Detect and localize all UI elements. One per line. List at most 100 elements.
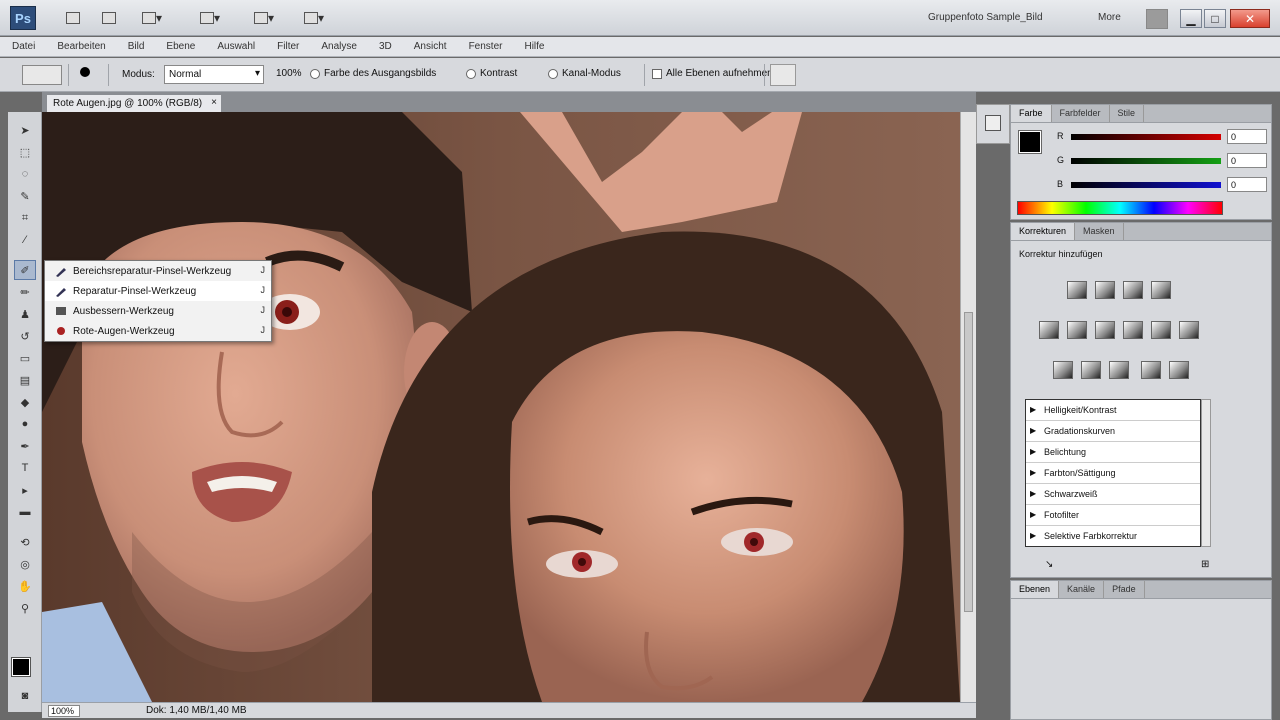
threshold-icon[interactable] — [1109, 361, 1129, 379]
invert-icon[interactable] — [1053, 361, 1073, 379]
blur-tool-icon[interactable]: ◆ — [14, 392, 36, 412]
type-tool-icon[interactable]: T — [14, 458, 36, 478]
vibrance-icon[interactable] — [1039, 321, 1059, 339]
list-item[interactable]: Belichtung — [1026, 442, 1200, 463]
quick-select-tool-icon[interactable]: ✎ — [14, 186, 36, 206]
brightness-contrast-icon[interactable] — [1067, 281, 1087, 299]
flyout-item-patch[interactable]: Ausbessern-Werkzeug J — [45, 301, 271, 321]
levels-icon[interactable] — [1095, 281, 1115, 299]
eyedropper-tool-icon[interactable]: ⁄ — [14, 230, 36, 250]
green-slider[interactable] — [1071, 158, 1221, 164]
flyout-item-red-eye[interactable]: Rote-Augen-Werkzeug J — [45, 321, 271, 341]
flyout-item-spot-healing[interactable]: Bereichsreparatur-Pinsel-Werkzeug J — [45, 261, 271, 281]
menu-window[interactable]: Fenster — [469, 41, 503, 52]
mode-select[interactable]: Normal — [164, 65, 264, 84]
opacity-value[interactable]: 100% — [276, 68, 302, 79]
lasso-tool-icon[interactable]: ◌ — [14, 164, 36, 184]
channel-mixer-icon[interactable] — [1179, 321, 1199, 339]
3d-orbit-tool-icon[interactable]: ◎ — [14, 554, 36, 574]
menu-3d[interactable]: 3D — [379, 41, 392, 52]
maximize-icon[interactable]: □ — [1204, 9, 1226, 28]
bridge-icon[interactable] — [62, 7, 84, 29]
foreground-color-swatch[interactable] — [11, 657, 31, 677]
dodge-tool-icon[interactable]: ● — [14, 414, 36, 434]
brush-tool-icon[interactable]: ✏ — [14, 282, 36, 302]
minimize-icon[interactable]: ▁ — [1180, 9, 1202, 28]
tab-paths[interactable]: Pfade — [1104, 581, 1145, 598]
color-panel-foreground-swatch[interactable] — [1018, 130, 1042, 154]
list-item[interactable]: Gradationskurven — [1026, 421, 1200, 442]
flyout-item-healing-brush[interactable]: Reparatur-Pinsel-Werkzeug J — [45, 281, 271, 301]
menu-image[interactable]: Bild — [128, 41, 145, 52]
pressure-icon[interactable] — [770, 64, 796, 86]
green-value[interactable]: 0 — [1227, 153, 1267, 168]
tab-masks[interactable]: Masken — [1075, 223, 1124, 240]
option-source-color[interactable]: Farbe des Ausgangsbilds — [310, 68, 436, 79]
mini-bridge-icon[interactable] — [98, 7, 120, 29]
zoom-tool-icon[interactable]: ⚲ — [14, 598, 36, 618]
document-close-icon[interactable]: × — [211, 97, 217, 108]
eraser-tool-icon[interactable]: ▭ — [14, 348, 36, 368]
document-tab[interactable]: Rote Augen.jpg @ 100% (RGB/8) × — [46, 94, 222, 112]
history-brush-tool-icon[interactable]: ↺ — [14, 326, 36, 346]
shape-tool-icon[interactable]: ▬ — [14, 502, 36, 522]
zoom-field[interactable]: 100% — [48, 705, 80, 717]
return-to-list-icon[interactable]: ↘ — [1045, 559, 1053, 570]
blue-value[interactable]: 0 — [1227, 177, 1267, 192]
panel-options-icon[interactable]: ⊞ — [1201, 559, 1209, 570]
menu-analysis[interactable]: Analyse — [321, 41, 357, 52]
cs-live-button[interactable] — [1146, 9, 1168, 29]
hue-saturation-icon[interactable] — [1067, 321, 1087, 339]
posterize-icon[interactable] — [1081, 361, 1101, 379]
menu-layer[interactable]: Ebene — [166, 41, 195, 52]
tool-preset-picker[interactable] — [22, 65, 62, 85]
menu-filter[interactable]: Filter — [277, 41, 299, 52]
tab-adjustments[interactable]: Korrekturen — [1011, 223, 1076, 240]
move-tool-icon[interactable]: ➤ — [14, 120, 36, 140]
tab-swatches[interactable]: Farbfelder — [1052, 105, 1110, 122]
path-select-tool-icon[interactable]: ▸ — [14, 480, 36, 500]
option-channel-mode[interactable]: Kanal-Modus — [548, 68, 621, 79]
quick-mask-icon[interactable]: ◙ — [14, 686, 36, 706]
list-item[interactable]: Schwarzweiß — [1026, 484, 1200, 505]
clone-stamp-tool-icon[interactable]: ♟ — [14, 304, 36, 324]
curves-icon[interactable] — [1123, 281, 1143, 299]
option-contrast[interactable]: Kontrast — [466, 68, 517, 79]
pen-tool-icon[interactable]: ✒ — [14, 436, 36, 456]
workspace-more[interactable]: More — [1098, 12, 1121, 23]
view-extras-icon[interactable]: ▾ — [134, 7, 170, 29]
presets-scrollbar[interactable] — [1201, 399, 1211, 547]
gradient-map-icon[interactable] — [1141, 361, 1161, 379]
list-item[interactable]: Selektive Farbkorrektur — [1026, 526, 1200, 546]
list-item[interactable]: Helligkeit/Kontrast — [1026, 400, 1200, 421]
hand-tool-icon[interactable]: ✋ — [14, 576, 36, 596]
black-white-icon[interactable] — [1123, 321, 1143, 339]
arrange-documents-icon[interactable]: ▾ — [246, 7, 282, 29]
list-item[interactable]: Farbton/Sättigung — [1026, 463, 1200, 484]
option-sample-all-layers[interactable]: Alle Ebenen aufnehmen — [652, 68, 773, 79]
menu-edit[interactable]: Bearbeiten — [57, 41, 105, 52]
red-value[interactable]: 0 — [1227, 129, 1267, 144]
marquee-tool-icon[interactable]: ⬚ — [14, 142, 36, 162]
scrollbar-thumb[interactable] — [964, 312, 973, 612]
tab-styles[interactable]: Stile — [1110, 105, 1145, 122]
menu-select[interactable]: Auswahl — [217, 41, 255, 52]
close-icon[interactable]: ✕ — [1230, 9, 1270, 28]
tab-layers[interactable]: Ebenen — [1011, 581, 1060, 598]
list-item[interactable]: Fotofilter — [1026, 505, 1200, 526]
3d-rotate-tool-icon[interactable]: ⟲ — [14, 532, 36, 552]
crop-tool-icon[interactable]: ⌗ — [14, 208, 36, 228]
blue-slider[interactable] — [1071, 182, 1221, 188]
tab-channels[interactable]: Kanäle — [1059, 581, 1105, 598]
menu-file[interactable]: Datei — [12, 41, 35, 52]
photo-filter-icon[interactable] — [1151, 321, 1171, 339]
workspace-switcher[interactable]: Gruppenfoto Sample_Bild — [928, 12, 1043, 23]
document-info[interactable]: Dok: 1,40 MB/1,40 MB — [146, 705, 247, 716]
red-slider[interactable] — [1071, 134, 1221, 140]
healing-brush-tool-icon[interactable]: ✐ — [14, 260, 36, 280]
document-canvas[interactable] — [42, 112, 960, 702]
exposure-icon[interactable] — [1151, 281, 1171, 299]
menu-view[interactable]: Ansicht — [414, 41, 447, 52]
history-panel-icon[interactable] — [985, 115, 1001, 131]
brush-preset-icon[interactable] — [74, 65, 98, 85]
